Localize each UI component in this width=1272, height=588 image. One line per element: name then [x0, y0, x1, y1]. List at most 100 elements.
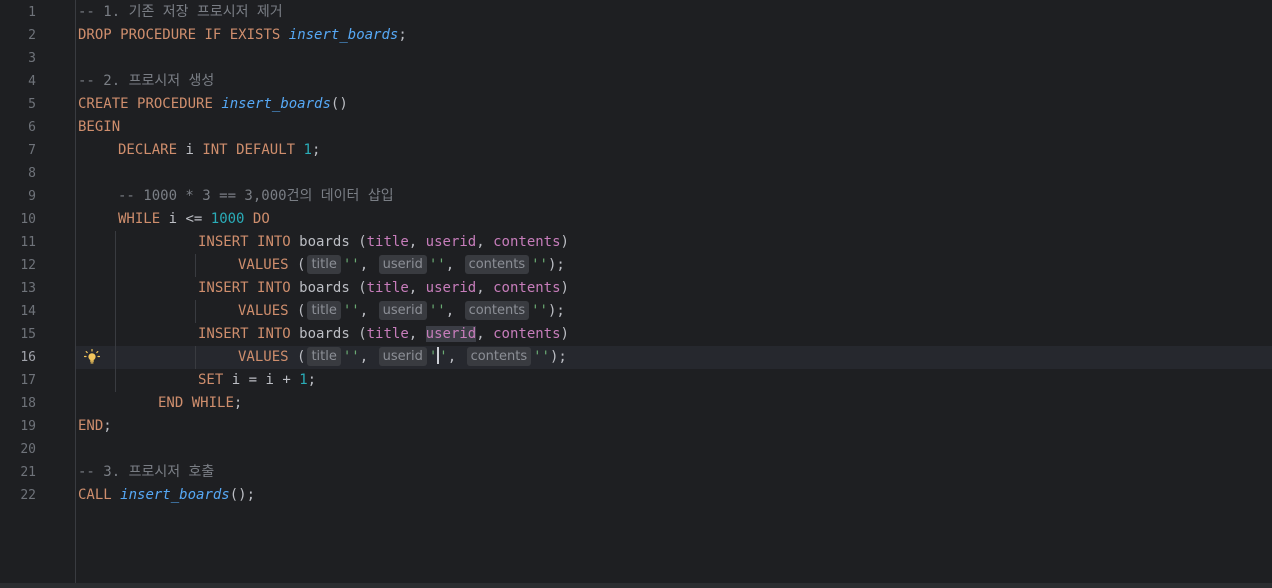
- code-line-current: VALUES (title '', userid ' ', contents '');: [238, 346, 567, 369]
- keyword: END: [78, 418, 104, 434]
- string-literal: '': [428, 257, 446, 273]
- procedure-name[interactable]: insert_boards: [221, 96, 331, 112]
- keyword: INTO: [257, 234, 291, 250]
- punctuation: ,: [476, 280, 485, 296]
- parameter-hint: contents: [466, 347, 532, 366]
- keyword: PROCEDURE: [137, 96, 213, 112]
- punctuation: ,: [445, 257, 455, 273]
- line-number-current: 16: [20, 350, 36, 365]
- table-name: boards: [299, 234, 350, 250]
- keyword: DO: [252, 211, 270, 227]
- line-number: 3: [28, 51, 36, 66]
- code-line: -- 1000 * 3 == 3,000건의 데이터 삽입: [118, 185, 394, 208]
- column-name: userid: [425, 234, 477, 250]
- line-number: 14: [20, 304, 36, 319]
- punctuation: ,: [359, 257, 369, 273]
- line-number: 15: [20, 327, 36, 342]
- line-number: 17: [20, 373, 36, 388]
- punctuation: ;: [103, 418, 112, 434]
- code-line: INSERT INTO boards (title, userid, conte…: [198, 277, 569, 300]
- comment: -- 1000 * 3 == 3,000건의 데이터 삽입: [118, 188, 394, 204]
- line-number: 19: [20, 419, 36, 434]
- column-name: title: [366, 326, 409, 342]
- code-editor[interactable]: 1 2 3 4 5 6 7 8 9 10 11 12 13 14 15 16 1…: [0, 0, 1272, 588]
- keyword: BEGIN: [78, 119, 121, 135]
- string-quote: ': [439, 349, 448, 365]
- string-literal: '': [531, 257, 548, 273]
- punctuation: ();: [229, 487, 256, 503]
- procedure-name[interactable]: insert_boards: [289, 27, 399, 43]
- keyword: INT: [202, 142, 228, 158]
- keyword: WHILE: [118, 211, 161, 227]
- parameter-hint: title: [307, 301, 341, 320]
- column-name: title: [366, 234, 409, 250]
- parameter-hint: userid: [378, 347, 427, 366]
- identifier: i: [185, 142, 194, 158]
- string-literal: '': [428, 303, 446, 319]
- number: 1: [299, 372, 308, 388]
- punctuation: (: [358, 326, 367, 342]
- line-number: 12: [20, 258, 36, 273]
- string-literal: '': [533, 349, 550, 365]
- keyword: SET: [198, 372, 224, 388]
- indent-guide: [195, 346, 196, 369]
- number: 1: [303, 142, 312, 158]
- line-number: 20: [20, 442, 36, 457]
- operator: +: [282, 372, 291, 388]
- code-line: END WHILE;: [158, 392, 242, 415]
- line-number: 11: [20, 235, 36, 250]
- code-area[interactable]: -- 1. 기존 저장 프로시저 제거 DROP PROCEDURE IF EX…: [76, 0, 1272, 583]
- code-line: CALL insert_boards();: [78, 484, 255, 507]
- table-name: boards: [299, 326, 350, 342]
- keyword: EXISTS: [229, 27, 281, 43]
- column-name-highlighted: userid: [425, 326, 477, 342]
- keyword: IF: [204, 27, 222, 43]
- punctuation: ,: [408, 326, 418, 342]
- punctuation: (: [297, 303, 306, 319]
- code-line: -- 3. 프로시저 호출: [78, 461, 214, 484]
- punctuation: (: [297, 349, 306, 365]
- punctuation: ): [560, 326, 569, 342]
- identifier: i: [265, 372, 274, 388]
- keyword: INSERT: [198, 234, 249, 250]
- punctuation: (): [330, 96, 348, 112]
- code-line: BEGIN: [78, 116, 120, 139]
- line-number: 5: [28, 97, 36, 112]
- line-number-gutter[interactable]: 1 2 3 4 5 6 7 8 9 10 11 12 13 14 15 16 1…: [0, 0, 76, 583]
- keyword: WHILE: [191, 395, 234, 411]
- parameter-hint: title: [307, 255, 341, 274]
- comment: -- 2. 프로시저 생성: [78, 73, 215, 89]
- punctuation: ;: [307, 372, 317, 388]
- parameter-hint: title: [307, 347, 341, 366]
- keyword: DEFAULT: [236, 142, 296, 158]
- procedure-name[interactable]: insert_boards: [120, 487, 230, 503]
- keyword: VALUES: [238, 349, 289, 365]
- punctuation: ,: [408, 234, 418, 250]
- identifier: i: [168, 211, 178, 227]
- keyword: DROP: [78, 27, 112, 43]
- line-number: 22: [20, 488, 36, 503]
- horizontal-scrollbar[interactable]: [0, 583, 1272, 588]
- punctuation: ,: [447, 349, 457, 365]
- punctuation: ,: [476, 326, 485, 342]
- punctuation: );: [547, 257, 565, 273]
- line-number: 6: [28, 120, 36, 135]
- punctuation: ): [560, 234, 569, 250]
- punctuation: ;: [398, 27, 407, 43]
- punctuation: );: [547, 303, 565, 319]
- string-literal: '': [342, 303, 360, 319]
- string-literal: '': [342, 349, 360, 365]
- indent-guide: [115, 231, 116, 392]
- line-number: 13: [20, 281, 36, 296]
- indent-guide: [195, 254, 196, 277]
- keyword: INTO: [257, 280, 291, 296]
- punctuation: (: [297, 257, 306, 273]
- parameter-hint: contents: [464, 301, 530, 320]
- code-line: DROP PROCEDURE IF EXISTS insert_boards;: [78, 24, 407, 47]
- number: 1000: [210, 211, 245, 227]
- code-line: WHILE i <= 1000 DO: [118, 208, 270, 231]
- keyword: DECLARE: [118, 142, 178, 158]
- line-number: 2: [28, 28, 36, 43]
- line-number: 4: [28, 74, 36, 89]
- punctuation: );: [549, 349, 567, 365]
